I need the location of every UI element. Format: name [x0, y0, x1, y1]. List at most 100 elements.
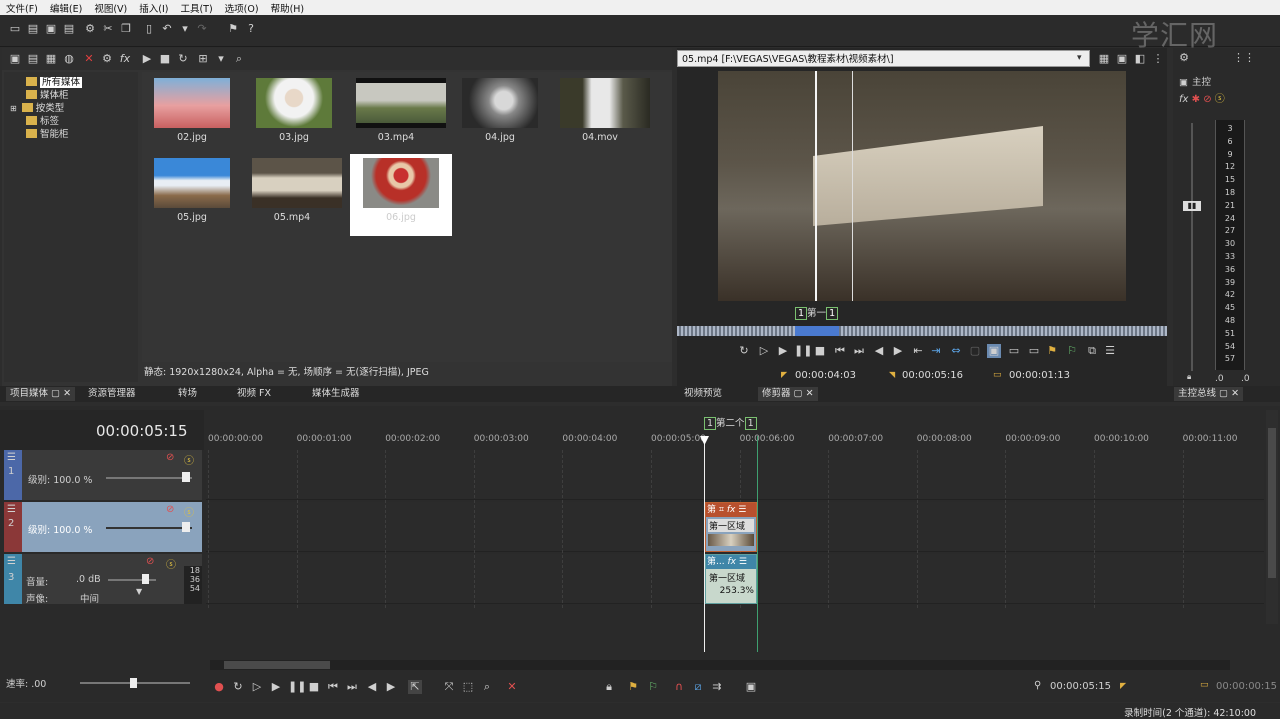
cut-icon[interactable]: ✂	[101, 22, 115, 36]
clip-fx-icon[interactable]: fx	[727, 557, 736, 567]
trimmer-length-time[interactable]: 00:00:01:13	[1009, 370, 1070, 381]
menu-help[interactable]: 帮助(H)	[271, 1, 305, 15]
tab-transitions[interactable]: 转场	[174, 387, 201, 401]
mute-icon[interactable]: ⊘	[146, 556, 154, 567]
master-settings-icon[interactable]: ⚙	[1177, 51, 1191, 65]
trimmer-options-icon[interactable]: ⧉	[1085, 344, 1099, 358]
ripple-edit-icon[interactable]: ⇉	[710, 680, 724, 694]
solo-icon[interactable]: ⓢ	[166, 556, 176, 571]
overwrite-icon[interactable]: ⇤	[911, 344, 925, 358]
fill-icon[interactable]: ⇔	[949, 344, 963, 358]
master-fader-track[interactable]	[1191, 123, 1193, 371]
new-file-icon[interactable]: ▭	[8, 22, 22, 36]
volume-slider-handle[interactable]	[142, 574, 149, 584]
trimmer-selection[interactable]	[795, 326, 839, 336]
menu-file[interactable]: 文件(F)	[6, 1, 38, 15]
master-checkbox-icon[interactable]: ▣	[1179, 77, 1188, 88]
trimmer-in-time[interactable]: 00:00:04:03	[795, 370, 856, 381]
lock-envelopes-icon[interactable]: 🔒︎	[602, 680, 616, 694]
menu-options[interactable]: 选项(O)	[225, 1, 259, 15]
render-icon[interactable]: ⚑	[226, 22, 240, 36]
views-dropdown-icon[interactable]: ▾	[214, 52, 228, 66]
media-thumb-05-mp4[interactable]: 05.mp4	[252, 158, 342, 223]
pause-icon[interactable]: ❚❚	[794, 344, 812, 358]
trimmer-file-path[interactable]: 05.mp4 [F:\VEGAS\VEGAS\教程素材\视频素材\]	[677, 50, 1090, 67]
media-thumb-05-jpg[interactable]: 05.jpg	[152, 158, 232, 223]
track-menu-icon[interactable]: ☰	[7, 504, 16, 515]
tab-close-icon[interactable]: ✕	[806, 388, 814, 399]
trimmer-video-frame[interactable]	[718, 71, 1126, 301]
cursor-timecode[interactable]: 00:00:05:15	[1050, 681, 1111, 692]
audio-clip-track3[interactable]: 第... fx ☰ 第一区域 253.3%	[705, 554, 757, 604]
views-icon[interactable]: ⊞	[196, 52, 210, 66]
go-to-end-icon[interactable]: ⏭	[345, 680, 359, 694]
undo-icon[interactable]: ↶	[160, 22, 174, 36]
delete-icon[interactable]: ✕	[82, 52, 96, 66]
level-slider[interactable]	[106, 477, 192, 479]
tree-item-tags[interactable]: 标签	[26, 113, 59, 127]
play-icon[interactable]: ▶	[776, 344, 790, 358]
tab-media-generators[interactable]: 媒体生成器	[308, 387, 364, 401]
timeline-horizontal-scrollbar[interactable]	[210, 660, 1230, 670]
timeline-vertical-scrollbar[interactable]	[1266, 410, 1278, 624]
timeline-region-marker[interactable]: 1 第二个 1	[704, 415, 757, 430]
expand-icon[interactable]: ⊞	[10, 104, 17, 113]
clip-menu-icon[interactable]: ☰	[739, 557, 747, 567]
track-menu-icon[interactable]: ☰	[7, 556, 16, 567]
prev-frame-icon[interactable]: ◀	[365, 680, 379, 694]
path-dropdown-icon[interactable]: ▾	[1077, 53, 1082, 63]
solo-icon[interactable]: ⓢ	[184, 504, 194, 519]
save-icon[interactable]: ▣	[44, 22, 58, 36]
tree-item-media-bins[interactable]: 媒体柜	[26, 87, 69, 101]
menu-tools[interactable]: 工具(T)	[180, 1, 212, 15]
menu-insert[interactable]: 插入(I)	[139, 1, 168, 15]
tab-trimmer[interactable]: 修剪器 ▢ ✕	[758, 387, 818, 401]
normal-edit-tool-icon[interactable]: ⇱	[408, 680, 422, 694]
automation-icon[interactable]: ✱	[1192, 94, 1200, 105]
copy-icon[interactable]: ❐	[119, 22, 133, 36]
go-to-start-icon[interactable]: ⏮	[326, 680, 340, 694]
insert-region-icon[interactable]: ⚐	[646, 680, 660, 694]
tab-video-preview[interactable]: 视频预览	[680, 387, 726, 401]
tab-dock-icon[interactable]: ▢	[794, 388, 803, 399]
tab-close-icon[interactable]: ✕	[1231, 388, 1239, 399]
tree-item-smart-bins[interactable]: 智能柜	[26, 126, 69, 140]
trimmer-out-time[interactable]: 00:00:05:16	[902, 370, 963, 381]
stop-preview-icon[interactable]: ■	[158, 52, 172, 66]
clip-menu-icon[interactable]: ☰	[738, 505, 746, 515]
marker-icon[interactable]: ⚑	[1045, 344, 1059, 358]
auto-crossfade-icon[interactable]: ⧄	[691, 680, 705, 694]
media-thumb-04-jpg[interactable]: 04.jpg	[460, 78, 540, 143]
tab-video-fx[interactable]: 视频 FX	[233, 387, 275, 401]
next-frame-icon[interactable]: ▶	[384, 680, 398, 694]
selection-tool-icon[interactable]: ⬚	[461, 680, 475, 694]
save-as-icon[interactable]: ▤	[62, 22, 76, 36]
get-media-icon[interactable]: ▦	[44, 52, 58, 66]
mute-icon[interactable]: ⊘	[166, 504, 174, 515]
crop-icon[interactable]: ⌗	[719, 505, 724, 515]
tab-dock-icon[interactable]: ▢	[51, 388, 60, 399]
menu-view[interactable]: 视图(V)	[94, 1, 127, 15]
properties-gear-icon[interactable]: ⚙	[83, 22, 97, 36]
tree-item-by-type[interactable]: ⊞ 按类型	[10, 100, 64, 114]
solo-icon[interactable]: ⓢ	[1215, 94, 1225, 105]
tab-dock-icon[interactable]: ▢	[1219, 388, 1228, 399]
undo-dropdown-icon[interactable]: ▾	[178, 22, 192, 36]
envelope-tool-icon[interactable]: ⤧	[442, 680, 456, 694]
track-header-3-audio[interactable]: ☰ 3 ⊘ ⓢ 音量: .0 dB 声像: 中间 ▼ 18 36 54	[4, 554, 202, 605]
pause-icon[interactable]: ❚❚	[288, 680, 306, 694]
trimmer-region-marker[interactable]: 1 第一 1	[795, 305, 839, 320]
pan-slider-handle-icon[interactable]: ▼	[136, 587, 142, 596]
insert-marker-icon[interactable]: ⚑	[626, 680, 640, 694]
stop-icon[interactable]: ■	[813, 344, 827, 358]
level-slider[interactable]	[106, 527, 192, 529]
open-folder-icon[interactable]: ▤	[26, 22, 40, 36]
tab-project-media[interactable]: 项目媒体 ▢ ✕	[6, 387, 76, 401]
media-thumb-03-jpg[interactable]: 03.jpg	[254, 78, 334, 143]
loop-icon[interactable]: ↻	[737, 344, 751, 358]
snapshot-icon[interactable]: ▢	[968, 344, 982, 358]
media-thumb-04-mov[interactable]: 04.mov	[560, 78, 650, 143]
scrollbar-thumb[interactable]	[1268, 428, 1276, 578]
tree-item-all-media[interactable]: 所有媒体	[26, 74, 83, 88]
capture-icon[interactable]: ▤	[26, 52, 40, 66]
